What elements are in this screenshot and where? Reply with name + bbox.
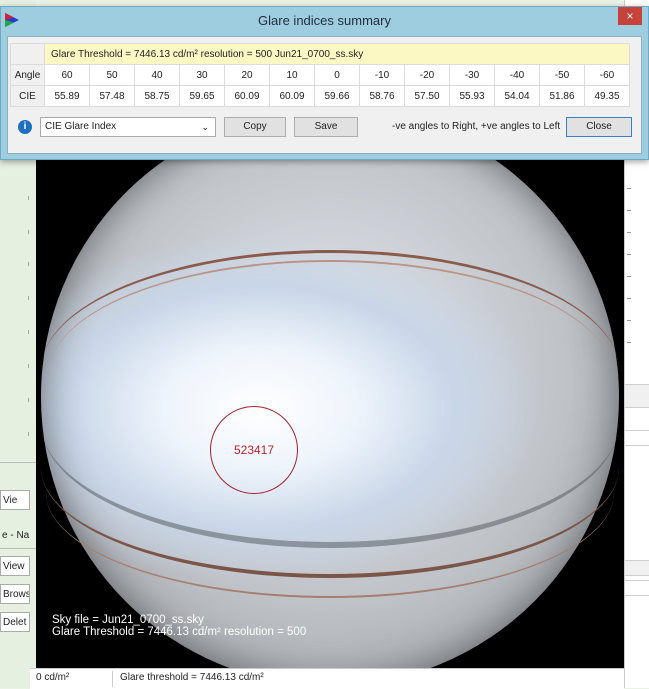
- glare-summary-dialog: Glare indices summary × Glare Threshold …: [0, 6, 649, 160]
- viewer-caption: Sky file = Jun21_0700_ss.sky Glare Thres…: [52, 614, 306, 638]
- dialog-title: Glare indices summary: [258, 13, 391, 28]
- status-divider: [112, 671, 113, 687]
- dialog-titlebar[interactable]: Glare indices summary ×: [1, 7, 648, 35]
- cie-value-cell: 59.66: [314, 85, 360, 107]
- angle-cell: -10: [359, 64, 405, 86]
- panel-header: [625, 384, 649, 408]
- angle-cell: 20: [224, 64, 270, 86]
- ruler-tick: [28, 196, 29, 200]
- cie-value-cell: 57.50: [404, 85, 450, 107]
- glare-source-circle: 523417: [210, 406, 298, 494]
- angle-cell: -40: [494, 64, 540, 86]
- cie-value-cell: 55.93: [449, 85, 495, 107]
- angle-cell: 40: [134, 64, 180, 86]
- close-icon[interactable]: ×: [618, 7, 642, 25]
- list-marker: [627, 188, 631, 189]
- cie-value-cell: 60.09: [224, 85, 270, 107]
- list-marker: [627, 320, 631, 321]
- close-button[interactable]: Close: [566, 117, 632, 137]
- ruler-tick: [28, 330, 29, 334]
- chevron-down-icon: ⌄: [201, 122, 209, 132]
- view-button[interactable]: View: [0, 556, 30, 576]
- cie-value-cell: 60.09: [269, 85, 315, 107]
- threshold-info: Glare Threshold = 7446.13 cd/m² resoluti…: [44, 43, 630, 65]
- cie-value-cell: 58.75: [134, 85, 180, 107]
- ruler-tick: [28, 262, 29, 266]
- angle-cell: 0: [314, 64, 360, 86]
- ruler-tick: [28, 364, 29, 368]
- panel-scrollbar[interactable]: [625, 560, 649, 576]
- panel-divider: [0, 462, 36, 463]
- list-marker: [627, 254, 631, 255]
- info-icon[interactable]: i: [18, 120, 32, 134]
- status-threshold: Glare threshold = 7446.13 cd/m²: [120, 672, 264, 683]
- panel-divider: [0, 548, 36, 549]
- cie-value-cell: 55.89: [44, 85, 90, 107]
- angle-cell: 50: [89, 64, 135, 86]
- angle-row-header: Angle: [10, 64, 45, 86]
- angle-cell: 10: [269, 64, 315, 86]
- glare-index-value: CIE Glare Index: [45, 121, 117, 132]
- cie-value-cell: 49.35: [584, 85, 630, 107]
- list-marker: [627, 298, 631, 299]
- panel-row: [625, 430, 649, 446]
- dialog-body: Glare Threshold = 7446.13 cd/m² resoluti…: [7, 36, 642, 154]
- info-row: Glare Threshold = 7446.13 cd/m² resoluti…: [10, 43, 630, 65]
- glare-source-value: 523417: [233, 443, 275, 457]
- angle-cell: -50: [539, 64, 585, 86]
- cie-row: CIE 55.89 57.48 58.75 59.65 60.09 60.09 59.66 5…: [10, 85, 630, 107]
- status-luminance: 0 cd/m²: [36, 672, 70, 683]
- ruler-tick: [28, 432, 29, 436]
- name-label: e - Na: [2, 530, 30, 541]
- cie-value-cell: 51.86: [539, 85, 585, 107]
- angle-hint: -ve angles to Right, +ve angles to Left: [392, 121, 561, 132]
- status-bar: 0 cd/m² Glare threshold = 7446.13 cd/m²: [30, 668, 624, 689]
- browse-button[interactable]: Brows: [0, 584, 30, 604]
- list-marker: [627, 276, 631, 277]
- glare-index-select[interactable]: CIE Glare Index ⌄: [40, 117, 216, 137]
- angle-row: Angle 60 50 40 30 20 10 0 -10 -20 -30 -40 -50 -60: [10, 64, 630, 86]
- cie-value-cell: 54.04: [494, 85, 540, 107]
- save-button[interactable]: Save: [294, 117, 358, 137]
- list-marker: [627, 232, 631, 233]
- ruler-tick: [28, 296, 29, 300]
- ruler-tick: [28, 230, 29, 234]
- copy-button[interactable]: Copy: [224, 117, 286, 137]
- angle-cell: 60: [44, 64, 90, 86]
- cie-row-header: CIE: [10, 85, 45, 107]
- lower-band-inner: [46, 388, 614, 598]
- corner-cell: [10, 43, 45, 65]
- cie-value-cell: 59.65: [179, 85, 225, 107]
- angle-cell: -20: [404, 64, 450, 86]
- list-marker: [627, 342, 631, 343]
- delete-button[interactable]: Delet: [0, 612, 30, 632]
- panel-row: [625, 580, 649, 596]
- ruler-tick: [28, 398, 29, 402]
- dialog-controls: i CIE Glare Index ⌄ Copy Save -ve angles…: [8, 115, 641, 139]
- fisheye-viewer[interactable]: 523417 Sky file = Jun21_0700_ss.sky Glar…: [36, 148, 624, 668]
- threshold-caption: Glare Threshold = 7446.13 cd/m² resoluti…: [52, 626, 307, 638]
- cie-value-cell: 58.76: [359, 85, 405, 107]
- list-marker: [627, 210, 631, 211]
- sky-file-caption: Sky file = Jun21_0700_ss.sky: [52, 614, 204, 626]
- angle-cell: -60: [584, 64, 630, 86]
- angle-cell: -30: [449, 64, 495, 86]
- angle-cell: 30: [179, 64, 225, 86]
- view-tab[interactable]: Vie: [0, 490, 30, 510]
- cie-value-cell: 57.48: [89, 85, 135, 107]
- glare-table: Glare Threshold = 7446.13 cd/m² resoluti…: [10, 43, 630, 107]
